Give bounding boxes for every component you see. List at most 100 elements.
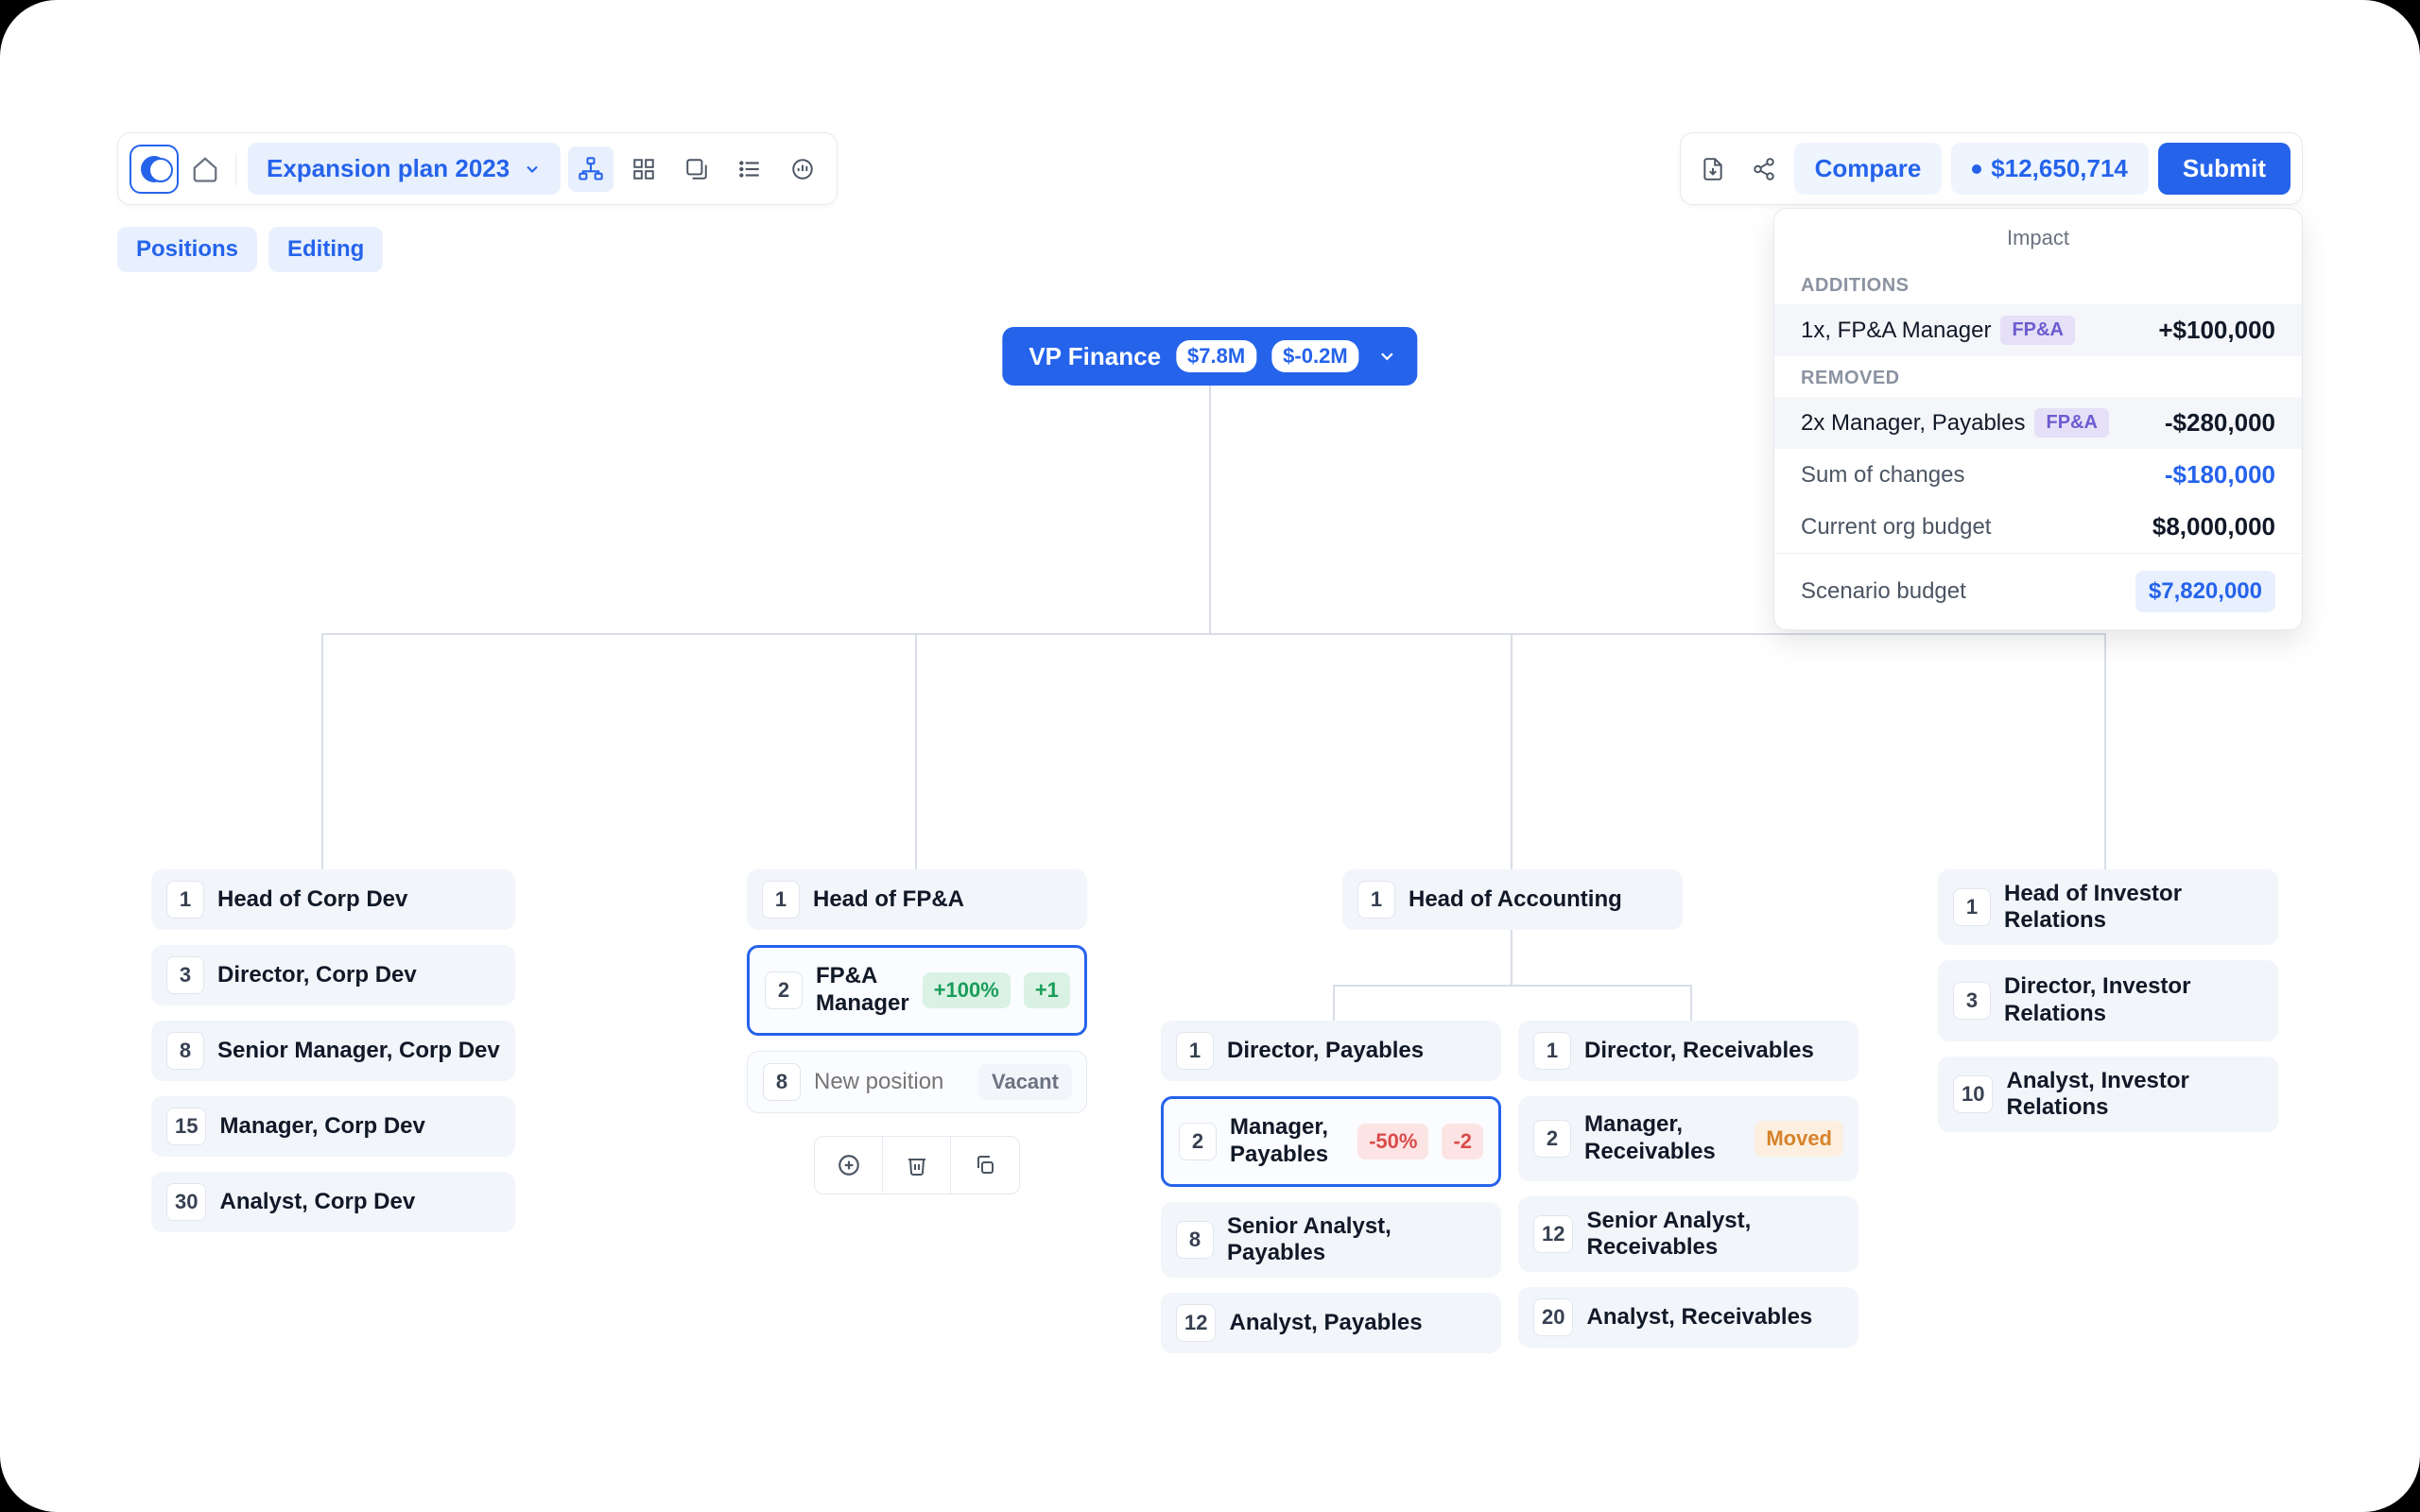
card-title: Head of Accounting xyxy=(1409,886,1668,913)
count: 1 xyxy=(1357,881,1395,919)
grid-view-button[interactable] xyxy=(621,146,666,192)
root-expand-button[interactable] xyxy=(1374,343,1401,369)
count: 1 xyxy=(1953,888,1991,926)
chip-editing[interactable]: Editing xyxy=(268,227,383,272)
share-button[interactable] xyxy=(1743,148,1785,190)
card-title: Senior Analyst, Receivables xyxy=(1586,1208,1843,1261)
count: 12 xyxy=(1533,1215,1573,1253)
impact-scenario-row: Scenario budget $7,820,000 xyxy=(1774,553,2302,629)
card-manager-payables[interactable]: 2 Manager, Payables -50% -2 xyxy=(1161,1096,1501,1187)
fpa-column: 1Head of FP&A 2 FP&A Manager +100% +1 8 … xyxy=(747,869,1087,1194)
card-director-corpdev[interactable]: 3Director, Corp Dev xyxy=(151,945,515,1005)
card-title: Director, Payables xyxy=(1227,1038,1486,1064)
export-button[interactable] xyxy=(674,146,719,192)
count: 2 xyxy=(1533,1120,1571,1158)
copy-icon xyxy=(974,1154,996,1177)
home-button[interactable] xyxy=(186,150,224,188)
payables-column: 1 Director, Payables 2 Manager, Payables … xyxy=(1161,1021,1501,1353)
count: 2 xyxy=(765,971,803,1009)
current-amount: $8,000,000 xyxy=(2152,512,2275,541)
card-senior-manager-corpdev[interactable]: 8 Senior Manager, Corp Dev xyxy=(151,1021,515,1081)
count: 8 xyxy=(166,1032,204,1070)
scenario-selector[interactable]: Expansion plan 2023 xyxy=(248,143,561,195)
card-head-fpa[interactable]: 1Head of FP&A xyxy=(747,869,1087,930)
divider xyxy=(235,153,236,185)
card-title: Analyst, Corp Dev xyxy=(219,1189,499,1215)
org-chart-view-button[interactable] xyxy=(568,146,614,192)
line xyxy=(1511,928,1512,985)
impact-removed-row[interactable]: 2x Manager, PayablesFP&A -$280,000 xyxy=(1774,397,2302,449)
download-button[interactable] xyxy=(1692,148,1734,190)
analytics-button[interactable] xyxy=(780,146,825,192)
receivables-column: 1Director, Receivables 2 Manager, Receiv… xyxy=(1518,1021,1858,1348)
removed-text: 2x Manager, Payables xyxy=(1801,410,2025,437)
chevron-down-icon xyxy=(1377,346,1398,367)
impact-current-row: Current org budget $8,000,000 xyxy=(1774,501,2302,553)
line xyxy=(1333,985,1690,987)
toolbar-right: Compare $12,650,714 Submit xyxy=(1680,132,2303,205)
org-icon xyxy=(578,156,604,182)
root-budget: $7.8M xyxy=(1176,340,1256,372)
card-title: Analyst, Investor Relations xyxy=(2006,1068,2263,1121)
new-position-input[interactable] xyxy=(814,1069,965,1095)
root-node[interactable]: VP Finance $7.8M $-0.2M xyxy=(1002,327,1417,386)
card-analyst-receivables[interactable]: 20Analyst, Receivables xyxy=(1518,1287,1858,1348)
card-senior-analyst-payables[interactable]: 8 Senior Analyst, Payables xyxy=(1161,1202,1501,1278)
chip-positions[interactable]: Positions xyxy=(117,227,257,272)
logo-icon xyxy=(141,156,167,182)
total-pill[interactable]: $12,650,714 xyxy=(1951,143,2149,195)
count: 30 xyxy=(166,1183,206,1221)
count: 15 xyxy=(166,1108,206,1145)
card-analyst-ir[interactable]: 10Analyst, Investor Relations xyxy=(1938,1057,2278,1132)
count: 1 xyxy=(1176,1032,1214,1070)
status-dot-icon xyxy=(1972,164,1981,174)
delete-button[interactable] xyxy=(883,1137,951,1194)
corpdev-column: 1Head of Corp Dev 3Director, Corp Dev 8S… xyxy=(151,869,515,1232)
card-fpa-manager[interactable]: 2 FP&A Manager +100% +1 xyxy=(747,945,1087,1036)
impact-panel: Impact ADDITIONS 1x, FP&A ManagerFP&A +$… xyxy=(1773,208,2303,630)
impact-addition-row[interactable]: 1x, FP&A ManagerFP&A +$100,000 xyxy=(1774,304,2302,356)
card-director-receivables[interactable]: 1Director, Receivables xyxy=(1518,1021,1858,1081)
card-head-accounting[interactable]: 1 Head of Accounting xyxy=(1342,869,1683,930)
card-title: Director, Corp Dev xyxy=(217,962,500,988)
removed-label: REMOVED xyxy=(1774,356,2302,397)
card-manager-receivables[interactable]: 2 Manager, Receivables Moved xyxy=(1518,1096,1858,1181)
count: 2 xyxy=(1179,1123,1217,1160)
card-title: Director, Investor Relations xyxy=(2004,973,2263,1028)
card-manager-corpdev[interactable]: 15Manager, Corp Dev xyxy=(151,1096,515,1157)
sum-amount: -$180,000 xyxy=(2165,460,2275,490)
count: 1 xyxy=(762,881,800,919)
submit-button[interactable]: Submit xyxy=(2158,143,2290,195)
card-title: Manager, Payables xyxy=(1230,1114,1344,1169)
line xyxy=(1209,386,1211,633)
impact-sum-row: Sum of changes -$180,000 xyxy=(1774,449,2302,501)
card-head-ir[interactable]: 1Head of Investor Relations xyxy=(1938,869,2278,945)
line xyxy=(321,633,2104,635)
addition-amount: +$100,000 xyxy=(2158,316,2275,345)
line xyxy=(321,633,323,869)
card-senior-analyst-receivables[interactable]: 12 Senior Analyst, Receivables xyxy=(1518,1196,1858,1272)
scenario-budget-amount: $7,820,000 xyxy=(2135,571,2275,612)
logo-button[interactable] xyxy=(130,145,179,194)
list-view-button[interactable] xyxy=(727,146,772,192)
share-icon xyxy=(1752,157,1776,181)
card-title: Senior Manager, Corp Dev xyxy=(217,1038,500,1064)
compare-button[interactable]: Compare xyxy=(1794,143,1943,195)
addition-tag: FP&A xyxy=(2000,316,2074,345)
card-director-payables[interactable]: 1 Director, Payables xyxy=(1161,1021,1501,1081)
export-icon xyxy=(684,157,709,181)
duplicate-button[interactable] xyxy=(951,1137,1019,1194)
line xyxy=(2104,633,2106,869)
count: 20 xyxy=(1533,1298,1573,1336)
total-amount: $12,650,714 xyxy=(1991,154,2128,183)
count: 8 xyxy=(1176,1221,1214,1259)
card-new-position[interactable]: 8 Vacant xyxy=(747,1051,1087,1113)
card-director-ir[interactable]: 3Director, Investor Relations xyxy=(1938,960,2278,1041)
card-head-corpdev[interactable]: 1Head of Corp Dev xyxy=(151,869,515,930)
add-button[interactable] xyxy=(815,1137,883,1194)
line xyxy=(1333,985,1335,1024)
card-analyst-payables[interactable]: 12Analyst, Payables xyxy=(1161,1293,1501,1353)
card-analyst-corpdev[interactable]: 30 Analyst, Corp Dev xyxy=(151,1172,515,1232)
card-title: Analyst, Payables xyxy=(1229,1310,1486,1336)
card-title: Senior Analyst, Payables xyxy=(1227,1213,1486,1266)
